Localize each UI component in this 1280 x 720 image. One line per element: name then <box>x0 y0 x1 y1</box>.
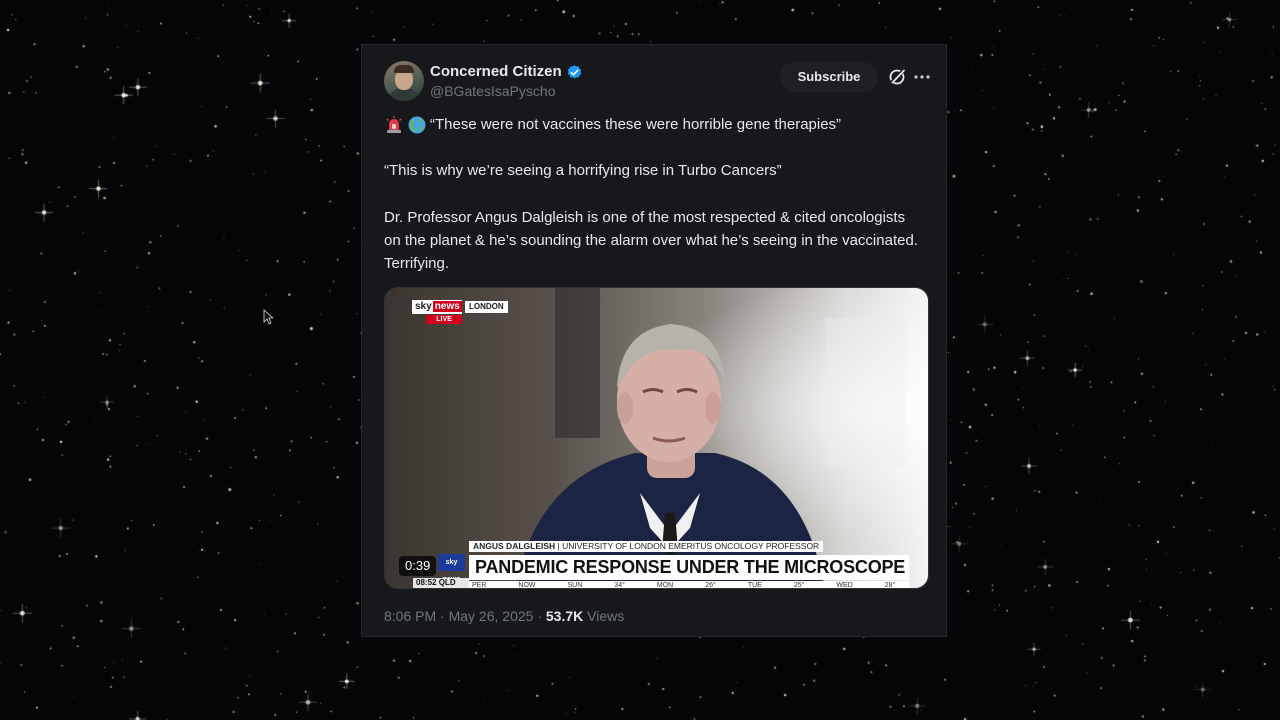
tweet-text-line-3: Dr. Professor Angus Dalgleish is one of … <box>384 209 918 272</box>
grok-icon[interactable] <box>887 67 907 87</box>
mouse-cursor-icon <box>263 309 273 325</box>
author-name-row[interactable]: Concerned Citizen <box>430 62 583 82</box>
tweet-time[interactable]: 8:06 PM <box>384 608 436 624</box>
news-headline: PANDEMIC RESPONSE UNDER THE MICROSCOPE <box>469 555 909 580</box>
meta-separator: · <box>537 608 542 624</box>
siren-emoji-icon <box>386 115 402 133</box>
video-duration[interactable]: 0:39 <box>399 556 437 576</box>
news-lower-third: ANGUS DALGLEISH | UNIVERSITY OF LONDON E… <box>469 536 909 588</box>
speaker-caption: ANGUS DALGLEISH | UNIVERSITY OF LONDON E… <box>469 541 824 552</box>
views-label: Views <box>587 608 625 624</box>
video-player[interactable]: sky news LONDON LIVE ANGUS DALGLEISH | UN… <box>384 287 929 589</box>
location-badge: LONDON <box>465 301 508 313</box>
tweet-date[interactable]: May 26, 2025 <box>449 608 534 624</box>
more-icon[interactable] <box>912 67 932 87</box>
live-badge: LIVE <box>426 315 462 324</box>
subscribe-button[interactable]: Subscribe <box>780 62 878 92</box>
tweet-text-line-1: “These were not vaccines these were horr… <box>384 113 924 136</box>
tweet-meta: 8:06 PM · May 26, 2025 · 53.7K Views <box>384 607 624 625</box>
author-avatar[interactable] <box>384 61 424 101</box>
sky-news-mini-logo: sky news <box>438 554 465 583</box>
verified-badge-icon <box>567 64 581 79</box>
author-handle[interactable]: @BGatesIsaPyscho <box>430 82 556 100</box>
author-name[interactable]: Concerned Citizen <box>430 62 562 82</box>
tweet-text-line-2: “This is why we’re seeing a horrifying r… <box>384 162 782 179</box>
weather-ticker: PER NOW SUN 34° MON 26° TUE 25° WED 28° <box>469 581 909 588</box>
meta-separator: · <box>440 608 445 624</box>
tweet-quote-1: “These were not vaccines these were horr… <box>430 116 842 133</box>
views-count: 53.7K <box>545 608 584 624</box>
globe-emoji-icon <box>408 116 426 133</box>
tweet-card: Concerned Citizen @BGatesIsaPyscho Subsc… <box>361 44 947 637</box>
broadcast-clock: 08:52 QLD <box>413 578 469 588</box>
